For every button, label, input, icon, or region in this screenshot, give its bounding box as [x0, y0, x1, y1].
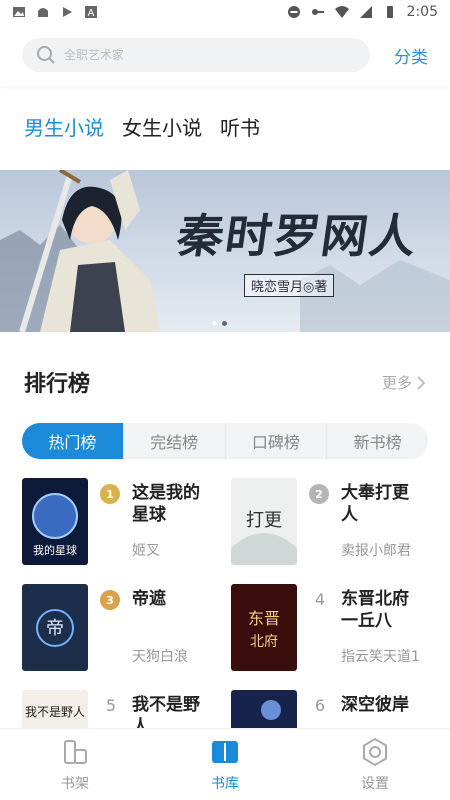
svg-text:我的星球: 我的星球	[33, 543, 77, 557]
book-cover: 打更	[231, 478, 297, 565]
svg-text:A: A	[88, 8, 95, 19]
svg-text:北府: 北府	[250, 634, 278, 650]
search-icon	[37, 46, 55, 64]
library-icon	[212, 740, 238, 763]
banner-title: 秦时罗网人	[173, 209, 422, 263]
status-time: 2:05	[406, 4, 438, 20]
tab-audiobooks[interactable]: 听书	[220, 112, 260, 141]
book-author: 卖报小郎君	[341, 543, 411, 559]
silver-medal-icon: 2	[309, 484, 329, 504]
wifi-icon	[334, 6, 349, 18]
book-title: 深空彼岸	[341, 695, 409, 715]
svg-text:帝: 帝	[46, 618, 64, 639]
android-notification-icon	[38, 8, 48, 17]
svg-text:我不是野人: 我不是野人	[25, 705, 85, 719]
tab-female-novels[interactable]: 女生小说	[122, 112, 202, 141]
banner-pagination	[212, 321, 227, 326]
chevron-right-icon	[417, 375, 426, 390]
ranking-book-item[interactable]: 东晋北府 4 东晋北府一丘八 指云笑天道1	[231, 584, 431, 674]
battery-icon	[386, 6, 393, 18]
rank-number: 1	[106, 487, 114, 501]
book-cover: 帝	[22, 584, 88, 671]
book-cover: 东晋 北府	[231, 584, 297, 671]
nav-settings-label: 设置	[361, 775, 389, 792]
rank-number: 3	[106, 593, 114, 607]
rank-number: 2	[315, 487, 323, 501]
nav-library-label: 书库	[211, 775, 239, 792]
book-title: 这是我的星球	[132, 483, 200, 525]
key-icon	[311, 9, 324, 15]
bronze-medal-icon: 3	[100, 590, 120, 610]
book-title: 帝遮	[132, 589, 166, 609]
svg-text:打更: 打更	[246, 510, 282, 531]
dnd-icon	[287, 6, 300, 18]
nav-bookshelf-label: 书架	[61, 775, 89, 792]
ranking-tabs: 热门榜 完结榜 口碑榜 新书榜	[22, 423, 428, 459]
book-author: 指云笑天道1	[341, 649, 420, 665]
image-notification-icon	[13, 7, 25, 17]
classify-button[interactable]: 分类	[394, 43, 428, 68]
tab-completed[interactable]: 完结榜	[124, 423, 226, 459]
book-title: 东晋北府一丘八	[341, 589, 409, 631]
play-store-notification-icon	[63, 7, 72, 17]
tab-reputation[interactable]: 口碑榜	[226, 423, 328, 459]
ranking-book-item[interactable]: 帝 3 帝遮 天狗白浪	[22, 584, 222, 674]
nav-settings[interactable]: 设置	[300, 729, 450, 800]
tab-hot[interactable]: 热门榜	[22, 423, 124, 459]
tab-new[interactable]: 新书榜	[327, 423, 428, 459]
settings-icon	[363, 737, 387, 766]
book-author: 姬叉	[132, 543, 160, 559]
bottom-navigation: 书架 书库 设置	[0, 728, 450, 800]
category-tabs: 男生小说 女生小说 听书	[24, 112, 260, 141]
status-bar: A 2:05	[0, 0, 450, 24]
ranking-book-item[interactable]: 我的星球 1 这是我的星球 姬叉	[22, 478, 222, 568]
signal-icon	[359, 6, 372, 18]
rank-number: 4	[314, 590, 326, 609]
book-title: 大奉打更人	[341, 483, 409, 525]
rank-number: 5	[105, 696, 117, 715]
banner-dot-active	[222, 321, 227, 326]
bookshelf-icon	[64, 739, 87, 764]
gold-medal-icon: 1	[100, 484, 120, 504]
search-input[interactable]	[64, 48, 334, 62]
book-cover: 我的星球	[22, 478, 88, 565]
promo-banner[interactable]: 秦时罗网人 晓恋雪月◎著	[0, 170, 450, 332]
rank-number: 6	[314, 696, 326, 715]
ranking-book-item[interactable]: 打更 2 大奉打更人 卖报小郎君	[231, 478, 431, 568]
banner-author: 晓恋雪月◎著	[244, 274, 335, 297]
book-author: 天狗白浪	[132, 649, 188, 665]
tab-male-novels[interactable]: 男生小说	[24, 112, 104, 141]
ranking-title: 排行榜	[24, 372, 91, 397]
search-header: 分类	[0, 24, 450, 86]
banner-dot	[212, 321, 217, 326]
search-bar[interactable]	[22, 38, 370, 72]
nav-library[interactable]: 书库	[150, 729, 300, 800]
more-link[interactable]: 更多	[382, 372, 426, 393]
nav-bookshelf[interactable]: 书架	[0, 729, 150, 800]
more-label: 更多	[381, 374, 412, 392]
svg-text:东晋: 东晋	[248, 609, 280, 628]
a-notification-icon: A	[85, 6, 97, 19]
